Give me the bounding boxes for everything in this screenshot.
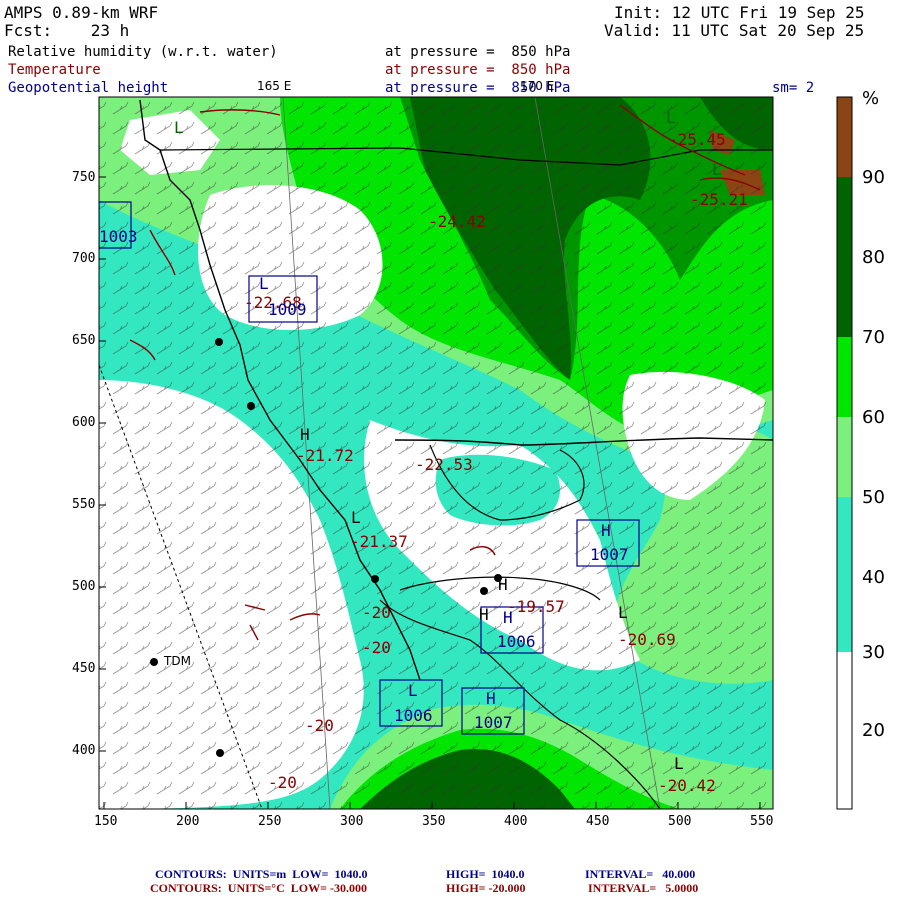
colorbar-label: 60 (862, 407, 885, 428)
colorbar-label: 20 (862, 720, 885, 741)
y-tick-label: 600 (72, 415, 96, 430)
temperature-value: -20 (362, 603, 391, 622)
colorbar-label: 80 (862, 247, 885, 268)
footer-height-contours: CONTOURS: UNITS=m LOW= 1040.0 (155, 867, 368, 881)
height-value: 1006 (497, 632, 536, 651)
height-value: 1007 (590, 545, 629, 564)
center-letter: L (712, 160, 722, 179)
center-letter: L (674, 754, 684, 773)
temperature-value: -25.45 (668, 130, 726, 149)
x-tick-label: 150 (94, 814, 118, 829)
temperature-value: -20.42 (658, 776, 716, 795)
temperature-value: -20 (268, 773, 297, 792)
colorbar-label: 50 (862, 487, 885, 508)
x-tick-label: 450 (586, 814, 610, 829)
colorbar-label: 90 (862, 167, 885, 188)
height-value: 1006 (394, 706, 433, 725)
x-tick-label: 350 (422, 814, 446, 829)
x-tick-label: 500 (668, 814, 692, 829)
x-tick-label: 300 (340, 814, 364, 829)
y-tick-label: 700 (72, 251, 96, 266)
height-value: 1007 (474, 713, 513, 732)
y-tick-label: 750 (72, 170, 96, 185)
y-tick-label: 400 (72, 743, 96, 758)
temperature-value: -24.42 (428, 212, 486, 231)
footer-temp-interval: INTERVAL= 5.0000 (588, 881, 699, 895)
y-tick-label: 450 (72, 661, 96, 676)
center-letter: H (601, 521, 611, 540)
colorbar-unit: % (862, 88, 880, 109)
station-label: TDM (164, 654, 191, 668)
temperature-value: -22.53 (415, 455, 473, 474)
center-letter: L (351, 508, 361, 527)
rh-field (99, 97, 773, 809)
center-letter: L (618, 603, 628, 622)
colorbar-label: 30 (862, 642, 885, 663)
x-tick-label: 550 (750, 814, 774, 829)
colorbar (836, 96, 853, 810)
x-tick-label: 250 (258, 814, 282, 829)
temperature-value: -25.21 (690, 190, 748, 209)
center-letter: H (479, 605, 489, 624)
footer-height-interval: INTERVAL= 40.000 (585, 867, 696, 881)
footer-temp-high: HIGH= -20.000 (446, 881, 526, 895)
temperature-value: -20.69 (618, 630, 676, 649)
temperature-value: -21.72 (296, 446, 354, 465)
center-letter: H (486, 689, 496, 708)
y-tick-label: 550 (72, 497, 96, 512)
center-letter: H (449, 194, 459, 213)
y-tick-label: 650 (72, 333, 96, 348)
temperature-value: -21.37 (350, 532, 408, 551)
center-letter: L (259, 274, 269, 293)
colorbar-label: 40 (862, 567, 885, 588)
temperature-value: -20 (305, 716, 334, 735)
center-letter: H (300, 425, 310, 444)
x-tick-label: 200 (176, 814, 200, 829)
center-letter: L (666, 108, 676, 127)
center-letter: L (174, 118, 184, 137)
x-tick-label: 400 (504, 814, 528, 829)
temperature-value: -19.57 (507, 597, 565, 616)
height-value: 1003 (99, 227, 138, 246)
weather-map (98, 96, 853, 810)
y-tick-label: 500 (72, 579, 96, 594)
center-letter: H (498, 575, 508, 594)
colorbar-label: 70 (862, 327, 885, 348)
footer-temp-contours: CONTOURS: UNITS=°C LOW= -30.000 (150, 881, 367, 895)
footer-height-high: HIGH= 1040.0 (446, 867, 525, 881)
height-value: 1009 (268, 300, 307, 319)
center-letter: L (408, 681, 418, 700)
temperature-value: -20 (362, 638, 391, 657)
